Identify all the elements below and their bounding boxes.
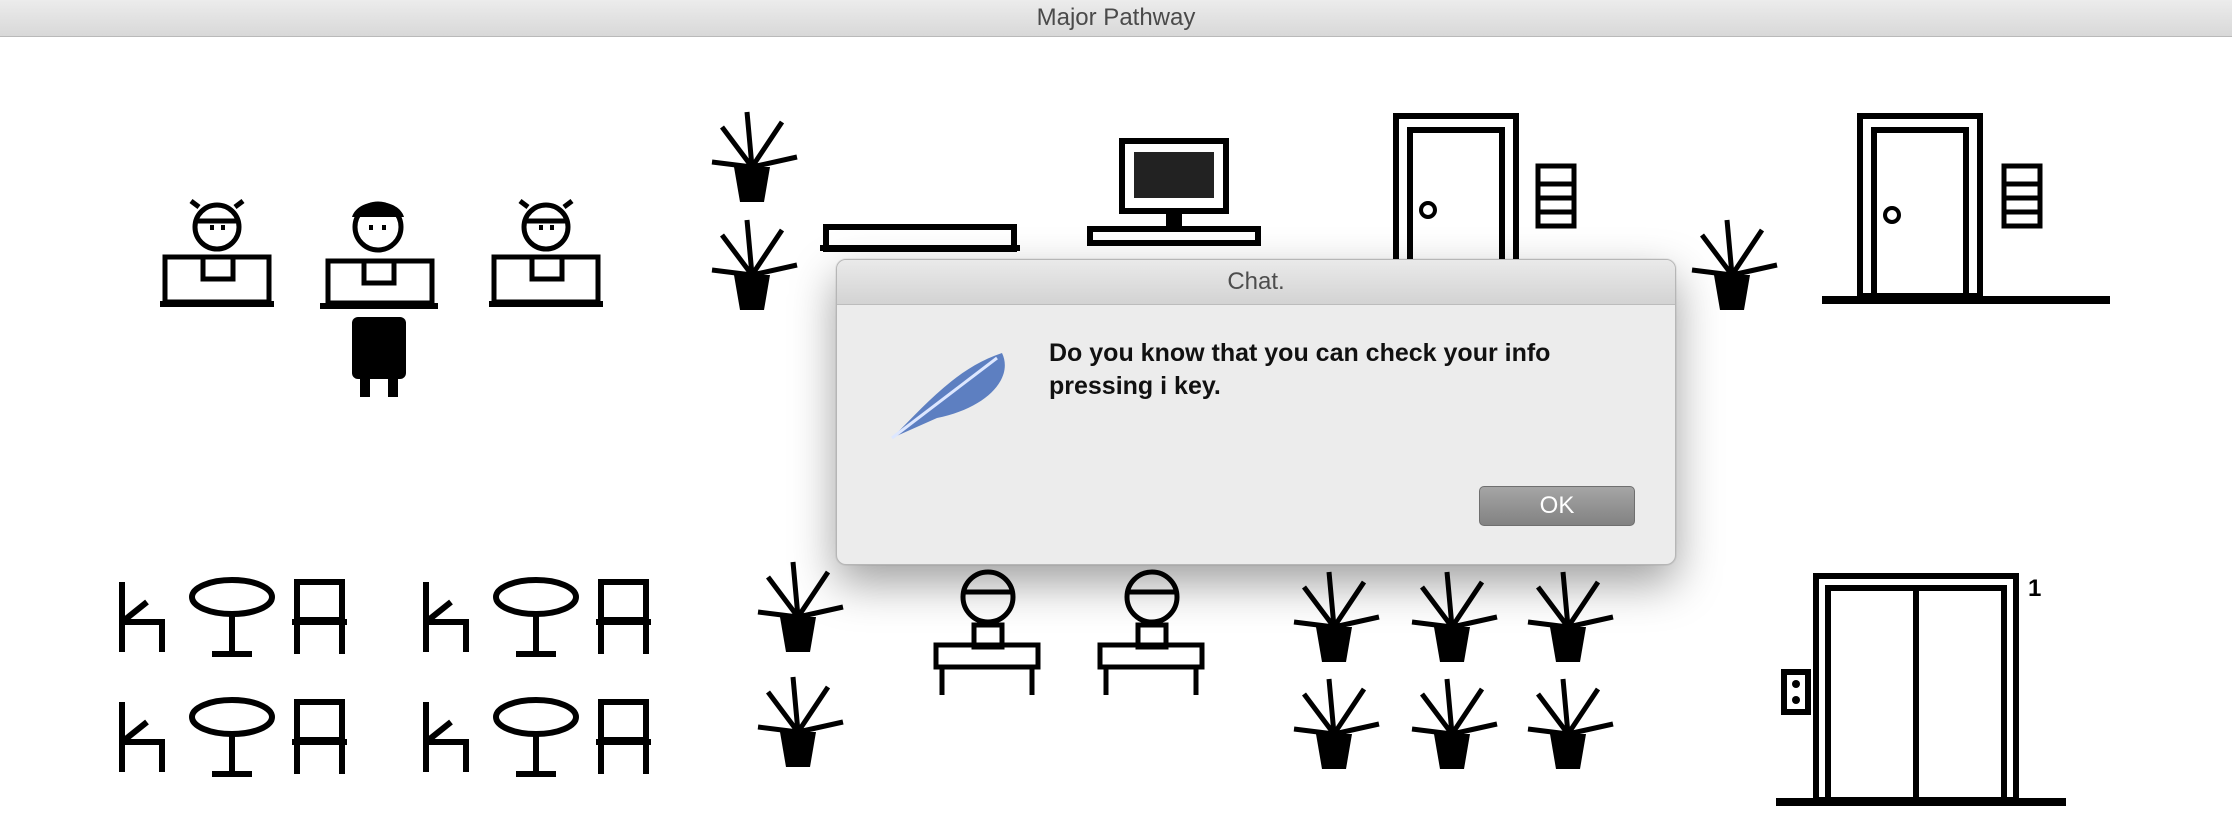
potted-plant <box>702 107 802 207</box>
trash-bin <box>2000 162 2044 232</box>
feather-icon <box>887 348 1017 453</box>
student-at-desk-left <box>155 197 279 312</box>
dialog-title: Chat. <box>837 260 1675 305</box>
window-title: Major Pathway <box>1036 4 1196 31</box>
potted-plant <box>1402 674 1502 774</box>
potted-plant <box>1518 567 1618 667</box>
potted-plant <box>702 215 802 315</box>
ok-button[interactable]: OK <box>1479 486 1635 526</box>
chat-dialog: Chat. Do you know that you can check you… <box>836 259 1676 565</box>
dialog-message: Do you know that you can check your info… <box>1049 339 1551 400</box>
teacher-at-desk <box>314 195 444 445</box>
window-title-bar: Major Pathway <box>0 0 2232 37</box>
bench <box>820 221 1020 261</box>
student-at-desk <box>928 567 1046 697</box>
potted-plant <box>748 672 848 772</box>
elevator-floor-label: 1 <box>2028 575 2042 602</box>
cafe-table-set <box>416 692 666 782</box>
cafe-table-set <box>112 692 362 782</box>
potted-plant <box>1682 215 1782 315</box>
door <box>1822 112 2112 307</box>
student-at-desk <box>1092 567 1210 697</box>
cafe-table-set <box>112 572 362 662</box>
student-at-desk-right <box>484 197 608 312</box>
potted-plant <box>748 557 848 657</box>
potted-plant <box>1402 567 1502 667</box>
potted-plant <box>1284 567 1384 667</box>
potted-plant <box>1284 674 1384 774</box>
cafe-table-set <box>416 572 666 662</box>
elevator <box>1776 572 2066 812</box>
potted-plant <box>1518 674 1618 774</box>
computer-desk <box>1086 137 1262 267</box>
trash-bin <box>1534 162 1578 232</box>
